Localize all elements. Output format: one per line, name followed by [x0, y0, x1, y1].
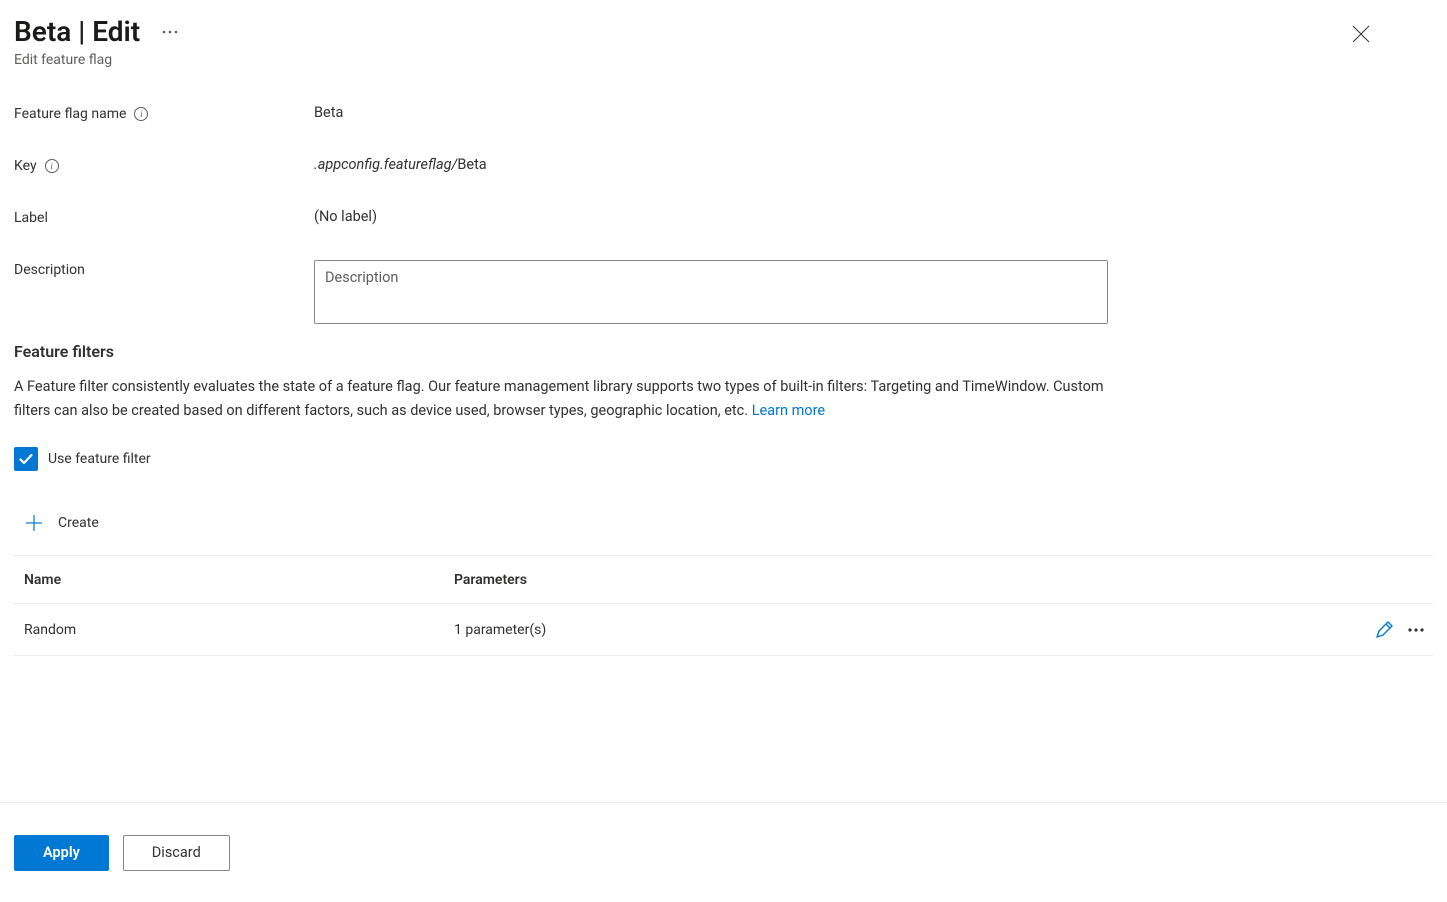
- info-icon[interactable]: i: [45, 159, 59, 173]
- header-more-icon[interactable]: [158, 20, 182, 44]
- create-filter-button[interactable]: Create: [24, 513, 99, 533]
- plus-icon: [24, 513, 44, 533]
- key-label: Key i: [14, 156, 314, 174]
- row-more-icon[interactable]: [1405, 619, 1427, 641]
- name-value: Beta: [314, 104, 343, 121]
- filters-description: A Feature filter consistently evaluates …: [14, 375, 1119, 423]
- name-label: Feature flag name i: [14, 104, 314, 122]
- key-value: .appconfig.featureflag/Beta: [314, 156, 487, 173]
- row-params: 1 parameter(s): [424, 622, 1343, 638]
- edit-icon[interactable]: [1373, 619, 1395, 641]
- filters-table: Name Parameters Random 1 parameter(s): [14, 555, 1433, 656]
- column-params-header: Parameters: [424, 572, 1343, 588]
- use-feature-filter-checkbox[interactable]: [14, 447, 38, 471]
- row-name: Random: [14, 622, 424, 638]
- close-button[interactable]: [1343, 16, 1379, 52]
- use-feature-filter-label: Use feature filter: [48, 451, 151, 467]
- page-title: Beta | Edit: [14, 14, 140, 50]
- apply-button[interactable]: Apply: [14, 835, 109, 871]
- discard-button[interactable]: Discard: [123, 835, 230, 871]
- column-name-header: Name: [14, 572, 424, 588]
- learn-more-link[interactable]: Learn more: [752, 402, 825, 419]
- filters-heading: Feature filters: [14, 342, 1433, 361]
- label-label: Label: [14, 208, 314, 226]
- description-input[interactable]: [314, 260, 1108, 324]
- info-icon[interactable]: i: [134, 107, 148, 121]
- label-value: (No label): [314, 208, 377, 225]
- table-row: Random 1 parameter(s): [14, 604, 1433, 656]
- description-label: Description: [14, 260, 314, 278]
- page-subtitle: Edit feature flag: [14, 52, 182, 68]
